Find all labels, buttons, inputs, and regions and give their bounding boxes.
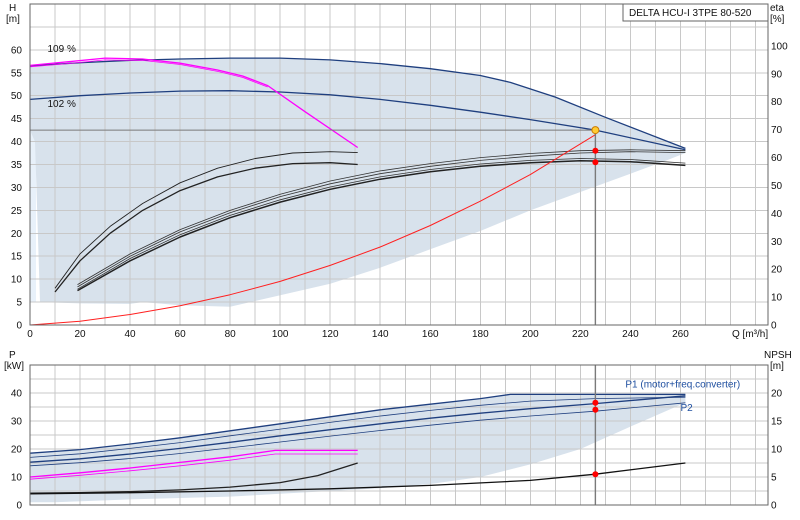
y-tick-label: 20	[11, 229, 23, 240]
chart-title: DELTA HCU-I 3TPE 80-520	[629, 8, 752, 19]
power-marker-0	[592, 399, 599, 406]
x-tick-label: 0	[27, 329, 33, 340]
power-annotation: P1 (motor+freq.converter)	[625, 379, 740, 390]
x-tick-label: 260	[672, 329, 689, 340]
y-tick-label: 50	[11, 91, 23, 102]
marker-1	[592, 159, 599, 166]
curve-annotation: 109 %	[48, 44, 76, 55]
y-axis-unit: [kW]	[4, 361, 24, 372]
y2-tick-label: 80	[771, 97, 783, 108]
y-tick-label: 55	[11, 68, 23, 79]
y2-tick-label: 20	[771, 265, 783, 276]
y-tick-label: 20	[11, 445, 23, 456]
power-marker-2	[592, 471, 599, 478]
x-tick-label: 140	[372, 329, 389, 340]
y2-tick-label: 40	[771, 209, 783, 220]
y-tick-label: 10	[11, 275, 23, 286]
y-tick-label: 30	[11, 183, 23, 194]
x-tick-label: 120	[322, 329, 339, 340]
y-tick-label: 35	[11, 160, 23, 171]
marker-0	[592, 147, 599, 154]
x-axis-label: Q [m³/h]	[732, 329, 768, 340]
y2-tick-label: 10	[771, 293, 783, 304]
y2-axis-label: eta	[770, 3, 784, 14]
x-tick-label: 240	[622, 329, 639, 340]
head-curve-panel: 0 20 40 60 80 100 120 140 160 180 200 220 240 2600510…	[6, 3, 788, 340]
y-axis-label: P	[9, 350, 16, 361]
y2-tick-label: 10	[771, 445, 783, 456]
pump-curve-chart: 0 20 40 60 80 100 120 140 160 180 200 220 240 260 0 5 10…	[0, 0, 800, 520]
y-tick-label: 25	[11, 206, 23, 217]
y-axis-label: H	[9, 3, 16, 14]
y2-tick-label: 15	[771, 417, 783, 428]
y2-tick-label: 30	[771, 237, 783, 248]
x-tick-label: 40	[125, 329, 137, 340]
chart-canvas: 0 20 40 60 80 100 120 140 160 180 200 220 240 2600510…	[4, 3, 792, 512]
y2-tick-label: 0	[771, 501, 777, 512]
y-tick-label: 0	[16, 321, 22, 332]
x-tick-label: 220	[572, 329, 589, 340]
x-tick-label: 200	[522, 329, 539, 340]
y2-tick-label: 50	[771, 181, 783, 192]
y-axis-unit: [m]	[6, 14, 20, 25]
y-tick-label: 0	[16, 501, 22, 512]
y2-axis-unit: [%]	[770, 14, 785, 25]
y-tick-label: 15	[11, 252, 23, 263]
y2-tick-label: 0	[771, 321, 777, 332]
power-annotation: P2	[680, 403, 693, 414]
y-tick-label: 40	[11, 389, 23, 400]
x-tick-label: 180	[472, 329, 489, 340]
x-tick-label: 160	[422, 329, 439, 340]
x-tick-label: 60	[175, 329, 187, 340]
curve-annotation: 102 %	[48, 99, 76, 110]
x-tick-label: 20	[74, 329, 86, 340]
y2-tick-label: 70	[771, 125, 783, 136]
power-curve-panel: 0 10 20 30 40 0 5 10 15 20 P[kW] NPSH[m] P1 (motor+f…	[4, 350, 792, 512]
x-tick-label: 80	[225, 329, 237, 340]
y-tick-label: 45	[11, 114, 23, 125]
y2-axis-label: NPSH	[764, 350, 792, 361]
y-tick-label: 5	[16, 298, 22, 309]
y-tick-label: 60	[11, 45, 23, 56]
power-marker-1	[592, 406, 599, 413]
y2-tick-label: 100	[771, 41, 788, 52]
y-tick-label: 10	[11, 473, 23, 484]
duty-point-marker	[591, 126, 600, 135]
y2-axis-unit: [m]	[770, 361, 784, 372]
y2-tick-label: 90	[771, 69, 783, 80]
y-tick-label: 30	[11, 417, 23, 428]
y2-tick-label: 20	[771, 389, 783, 400]
y-tick-label: 40	[11, 137, 23, 148]
x-tick-label: 100	[272, 329, 289, 340]
y2-tick-label: 5	[771, 473, 777, 484]
y2-tick-label: 60	[771, 153, 783, 164]
